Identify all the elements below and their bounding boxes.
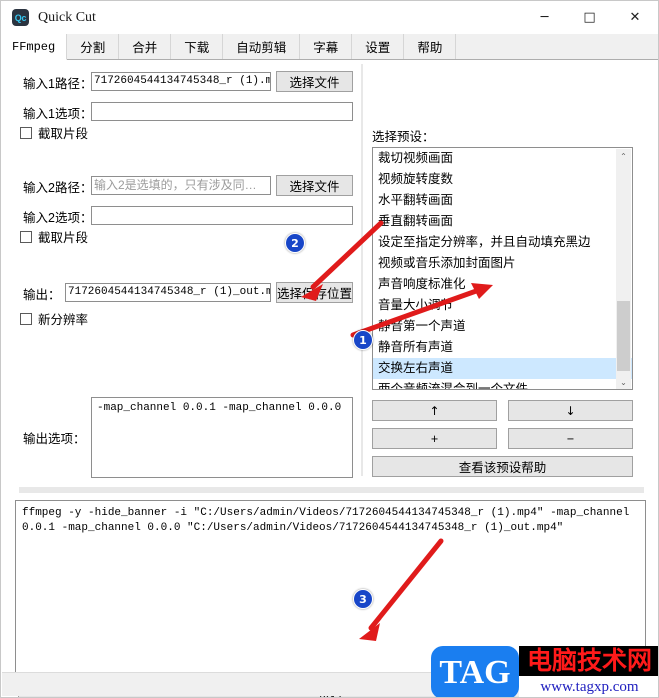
input2-options-label: 输入2选项： bbox=[23, 211, 93, 225]
app-logo-icon: Qc bbox=[12, 9, 29, 26]
scroll-down-icon[interactable]: ⌄ bbox=[616, 375, 631, 389]
preset-list-scrollbar[interactable]: ⌃ ⌄ bbox=[616, 149, 631, 389]
title-bar: Qc Quick Cut ─ □ ✕ bbox=[1, 1, 658, 34]
input2-clip-checkbox[interactable] bbox=[20, 230, 32, 243]
list-item[interactable]: 视频旋转度数 bbox=[373, 169, 632, 190]
main-content: 输入1路径： 7172604544134745348_r (1).mp4 选择文… bbox=[1, 60, 658, 697]
output-browse-button[interactable]: 选择保存位置 bbox=[276, 282, 353, 303]
annotation-marker-3: 3 bbox=[353, 589, 373, 609]
list-item[interactable]: 视频或音乐添加封面图片 bbox=[373, 253, 632, 274]
list-item[interactable]: 水平翻转画面 bbox=[373, 190, 632, 211]
tab-settings[interactable]: 设置 bbox=[352, 34, 405, 59]
move-preset-up-button[interactable]: ↑ bbox=[372, 400, 497, 421]
new-resolution-checkbox[interactable] bbox=[20, 312, 32, 325]
remove-preset-button[interactable]: − bbox=[508, 428, 633, 449]
watermark-text-block: 电脑技术网 www.tagxp.com bbox=[519, 646, 658, 697]
watermark-site-url: www.tagxp.com bbox=[519, 676, 658, 697]
output-path-label: 输出： bbox=[23, 288, 61, 302]
input1-clip-checkbox[interactable] bbox=[20, 126, 32, 139]
input2-path-label: 输入2路径： bbox=[23, 181, 93, 195]
window-controls: ─ □ ✕ bbox=[522, 1, 658, 34]
window-title: Quick Cut bbox=[38, 9, 96, 25]
panel-splitter-horizontal[interactable] bbox=[19, 487, 644, 493]
tab-help[interactable]: 帮助 bbox=[404, 34, 457, 59]
tab-bar-filler bbox=[456, 34, 658, 59]
preset-panel: 选择预设： 裁切视频画面 视频旋转度数 水平翻转画面 垂直翻转画面 设定至指定分… bbox=[369, 60, 654, 480]
list-item[interactable]: 声音响度标准化 bbox=[373, 274, 632, 295]
input1-options-row: 输入1选项： bbox=[23, 102, 92, 123]
input2-path-input[interactable]: 输入2是选填的，只有涉及同… bbox=[91, 176, 271, 195]
preset-listbox[interactable]: 裁切视频画面 视频旋转度数 水平翻转画面 垂直翻转画面 设定至指定分辨率，并且自… bbox=[372, 147, 633, 390]
tab-download[interactable]: 下载 bbox=[171, 34, 224, 59]
list-item[interactable]: 音量大小调节 bbox=[373, 295, 632, 316]
ffmpeg-form-panel: 输入1路径： 7172604544134745348_r (1).mp4 选择文… bbox=[1, 60, 359, 478]
list-item[interactable]: 垂直翻转画面 bbox=[373, 211, 632, 232]
input1-browse-button[interactable]: 选择文件 bbox=[276, 71, 353, 92]
watermark-site-name: 电脑技术网 bbox=[519, 646, 658, 676]
site-watermark: TAG 电脑技术网 www.tagxp.com bbox=[431, 646, 658, 697]
output-options-label: 输出选项： bbox=[23, 432, 86, 446]
tab-subtitle[interactable]: 字幕 bbox=[300, 34, 353, 59]
input2-clip-label: 截取片段 bbox=[38, 231, 89, 245]
input1-options-label: 输入1选项： bbox=[23, 107, 93, 121]
input1-clip-label: 截取片段 bbox=[38, 127, 89, 141]
input2-clip-checkbox-row[interactable]: 截取片段 bbox=[20, 227, 88, 246]
scroll-up-icon[interactable]: ⌃ bbox=[616, 149, 631, 164]
preset-help-button[interactable]: 查看该预设帮助 bbox=[372, 456, 633, 477]
input1-options-input[interactable] bbox=[91, 102, 353, 121]
annotation-marker-1: 1 bbox=[353, 330, 373, 350]
scrollbar-thumb[interactable] bbox=[617, 301, 630, 371]
tab-split[interactable]: 分割 bbox=[67, 34, 120, 59]
new-resolution-checkbox-row[interactable]: 新分辨率 bbox=[20, 309, 88, 328]
quick-cut-window: Qc Quick Cut ─ □ ✕ FFmpeg 分割 合并 下载 自动剪辑 … bbox=[0, 0, 659, 698]
input1-path-label: 输入1路径： bbox=[23, 77, 93, 91]
watermark-tag-logo: TAG bbox=[431, 646, 519, 697]
tab-bar: FFmpeg 分割 合并 下载 自动剪辑 字幕 设置 帮助 bbox=[1, 34, 658, 60]
input2-path-row: 输入2路径： bbox=[23, 176, 92, 197]
list-item[interactable]: 裁切视频画面 bbox=[373, 148, 632, 169]
list-item[interactable]: 设定至指定分辨率，并且自动填充黑边 bbox=[373, 232, 632, 253]
list-item[interactable]: 静音所有声道 bbox=[373, 337, 632, 358]
panel-splitter-vertical[interactable] bbox=[361, 64, 363, 476]
input1-path-row: 输入1路径： bbox=[23, 72, 92, 93]
tab-merge[interactable]: 合并 bbox=[119, 34, 172, 59]
input1-clip-checkbox-row[interactable]: 截取片段 bbox=[20, 123, 88, 142]
input2-options-input[interactable] bbox=[91, 206, 353, 225]
move-preset-down-button[interactable]: ↓ bbox=[508, 400, 633, 421]
tab-auto-edit[interactable]: 自动剪辑 bbox=[223, 34, 301, 59]
new-resolution-label: 新分辨率 bbox=[38, 313, 89, 327]
close-icon[interactable]: ✕ bbox=[612, 1, 658, 34]
input2-options-row: 输入2选项： bbox=[23, 206, 92, 227]
annotation-marker-2: 2 bbox=[285, 233, 305, 253]
preset-list-title: 选择预设： bbox=[372, 130, 435, 144]
input1-path-input[interactable]: 7172604544134745348_r (1).mp4 bbox=[91, 72, 271, 91]
input2-browse-button[interactable]: 选择文件 bbox=[276, 175, 353, 196]
list-item[interactable]: 两个音频流混合到一个文件 bbox=[373, 379, 632, 389]
minimize-icon[interactable]: ─ bbox=[522, 1, 567, 34]
tab-ffmpeg[interactable]: FFmpeg bbox=[1, 34, 68, 60]
output-path-row: 输出： bbox=[23, 283, 61, 304]
list-item-selected[interactable]: 交换左右声道 bbox=[373, 358, 632, 379]
add-preset-button[interactable]: + bbox=[372, 428, 497, 449]
output-options-textarea[interactable]: -map_channel 0.0.1 -map_channel 0.0.0 bbox=[91, 397, 353, 478]
list-item[interactable]: 静音第一个声道 bbox=[373, 316, 632, 337]
maximize-icon[interactable]: □ bbox=[567, 1, 612, 34]
output-path-input[interactable]: 7172604544134745348_r (1)_out.mp4 bbox=[65, 283, 271, 302]
